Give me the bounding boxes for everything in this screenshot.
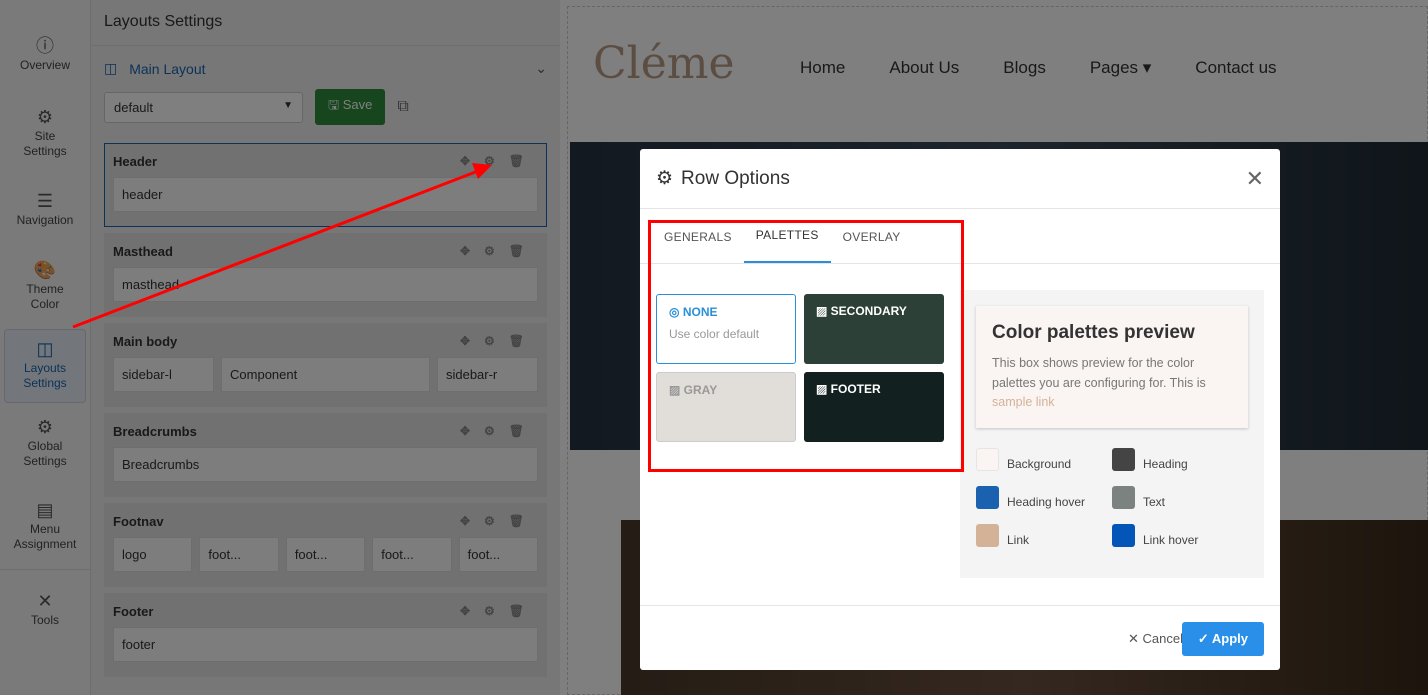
cancel-button[interactable]: ✕ Cancel: [1128, 631, 1183, 647]
swatch-link: Link: [976, 524, 1029, 547]
close-icon[interactable]: ✕: [1246, 166, 1264, 192]
swatch-heading-hover: Heading hover: [976, 486, 1085, 509]
swatch-background: Background: [976, 448, 1071, 471]
apply-button[interactable]: ✓ Apply: [1181, 622, 1264, 656]
palette-preview: Color palettes preview This box shows pr…: [960, 290, 1264, 578]
modal-title: Row Options: [681, 167, 790, 189]
swatch-heading: Heading: [1112, 448, 1188, 471]
sample-link[interactable]: sample link: [992, 395, 1055, 409]
gear-icon: ⚙: [656, 168, 674, 189]
preview-text: This box shows preview for the color pal…: [992, 356, 1206, 390]
swatch-text: Text: [1112, 486, 1165, 509]
swatch-link-hover: Link hover: [1112, 524, 1198, 547]
annotation-highlight-box: [648, 220, 964, 472]
preview-title: Color palettes preview: [992, 322, 1195, 343]
